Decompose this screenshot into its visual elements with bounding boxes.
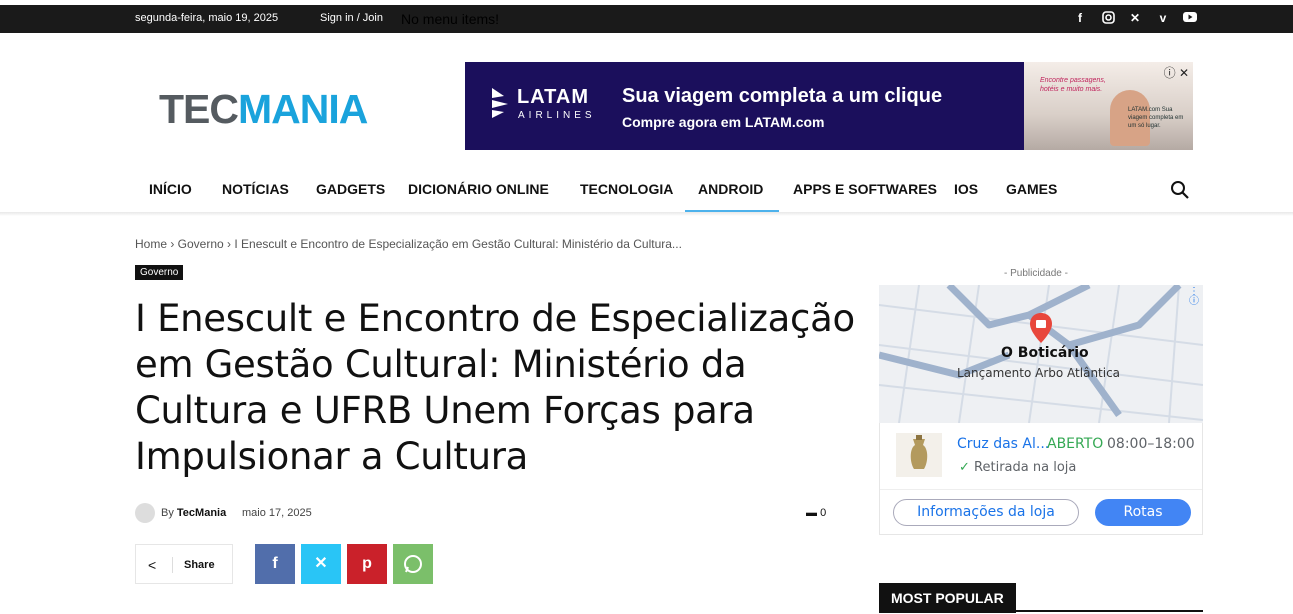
latam-ad-banner[interactable]: LATAM AIRLINES Sua viagem completa a um … <box>465 62 1193 150</box>
whatsapp-share-button[interactable] <box>393 544 433 584</box>
ad-subline: Compre agora em LATAM.com <box>622 114 825 130</box>
nav-item-apps[interactable]: APPS E SOFTWARES <box>793 181 937 197</box>
directions-button[interactable]: Rotas <box>1095 499 1191 526</box>
nav-item-noticias[interactable]: NOTÍCIAS <box>222 181 289 197</box>
pickup-label: Retirada na loja <box>974 460 1077 475</box>
ad-close-icon[interactable]: ⓘ ✕ <box>1164 64 1189 81</box>
share-icon: < <box>148 557 157 573</box>
category-badge[interactable]: Governo <box>135 265 184 280</box>
current-date: segunda-feira, maio 19, 2025 <box>135 12 279 24</box>
facebook-share-button[interactable]: f <box>255 544 295 584</box>
nav-item-gadgets[interactable]: GADGETS <box>316 181 385 197</box>
site-logo[interactable]: TECMANIA <box>159 86 368 133</box>
no-menu-message: No menu items! <box>401 11 500 27</box>
ad-photo-text: Encontre passagens, hotéis e muito mais. <box>1040 77 1106 93</box>
share-box[interactable]: < Share <box>135 544 233 584</box>
main-nav: INÍCIO NOTÍCIAS GADGETS DICIONÁRIO ONLIN… <box>0 166 1293 214</box>
youtube-icon[interactable] <box>1183 11 1197 25</box>
map-store-name: O Boticário <box>1001 345 1089 361</box>
ad-brand-sub: AIRLINES <box>518 110 596 121</box>
pickup-info: ✓ Retirada na loja <box>959 460 1076 475</box>
pinterest-share-button[interactable]: p <box>347 544 387 584</box>
nav-item-ios[interactable]: IOS <box>954 181 978 197</box>
author-byline: By TecMania <box>161 507 226 519</box>
nav-item-tecnologia[interactable]: TECNOLOGIA <box>580 181 673 197</box>
logo-part-mania: MANIA <box>238 86 368 132</box>
sign-in-link[interactable]: Sign in / Join <box>320 12 383 24</box>
article-title: I Enescult e Encontro de Especialização … <box>135 297 855 478</box>
facebook-icon: f <box>272 555 278 572</box>
ad-options-icon[interactable]: ⋮ ⓘ <box>1189 287 1199 307</box>
logo-part-tec: TEC <box>159 86 239 132</box>
publicidade-label: - Publicidade - <box>1004 268 1068 279</box>
check-icon: ✓ <box>959 460 970 475</box>
by-label: By <box>161 507 174 519</box>
share-label: Share <box>184 559 215 571</box>
comment-icon: ▬ <box>806 507 817 519</box>
whatsapp-icon <box>404 555 422 573</box>
comments-number: 0 <box>820 507 827 519</box>
breadcrumb[interactable]: Home › Governo › I Enescult e Encontro d… <box>135 237 682 251</box>
facebook-icon[interactable]: f <box>1073 11 1087 25</box>
instagram-icon[interactable] <box>1101 11 1115 25</box>
ad-headline: Sua viagem completa a um clique <box>622 85 943 107</box>
most-popular-underline <box>879 610 1203 612</box>
nav-item-android[interactable]: ANDROID <box>698 181 763 197</box>
product-thumbnail <box>896 433 942 477</box>
nav-shadow <box>0 212 1293 216</box>
map-pin-icon <box>1030 313 1052 343</box>
store-info-button[interactable]: Informações da loja <box>893 499 1079 526</box>
top-bar: segunda-feira, maio 19, 2025 Sign in / J… <box>0 5 1293 33</box>
share-divider <box>172 557 173 573</box>
comments-count[interactable]: ▬ 0 <box>806 507 826 519</box>
x-icon: ✕ <box>314 555 328 572</box>
nav-item-inicio[interactable]: INÍCIO <box>149 181 192 197</box>
store-info-card: Cruz das Al... ABERTO 08:00–18:00 ✓ Reti… <box>879 423 1203 535</box>
author-avatar[interactable] <box>135 503 155 523</box>
ad-photo-text-2: LATAM.com Sua viagem completa em um só l… <box>1128 107 1184 129</box>
search-icon[interactable] <box>1170 180 1190 200</box>
most-popular-heading: MOST POPULAR <box>879 583 1016 613</box>
x-icon[interactable]: ✕ <box>1128 11 1142 25</box>
publish-date: maio 17, 2025 <box>242 507 312 519</box>
map-store-place: Lançamento Arbo Atlântica <box>957 366 1121 380</box>
pinterest-icon: p <box>362 555 372 572</box>
store-branch-name[interactable]: Cruz das Al... <box>957 436 1049 452</box>
author-name[interactable]: TecMania <box>177 507 226 519</box>
vimeo-icon[interactable]: v <box>1156 11 1170 25</box>
card-divider <box>880 489 1202 490</box>
x-share-button[interactable]: ✕ <box>301 544 341 584</box>
latam-logo-icon <box>492 88 508 118</box>
store-map[interactable]: O Boticário Lançamento Arbo Atlântica ⋮ ⓘ <box>879 285 1203 423</box>
store-hours: 08:00–18:00 <box>1107 436 1195 452</box>
nav-item-dicionario[interactable]: DICIONÁRIO ONLINE <box>408 181 549 197</box>
nav-item-games[interactable]: GAMES <box>1006 181 1057 197</box>
store-status: ABERTO <box>1047 436 1104 452</box>
ad-brand: LATAM <box>517 86 590 108</box>
